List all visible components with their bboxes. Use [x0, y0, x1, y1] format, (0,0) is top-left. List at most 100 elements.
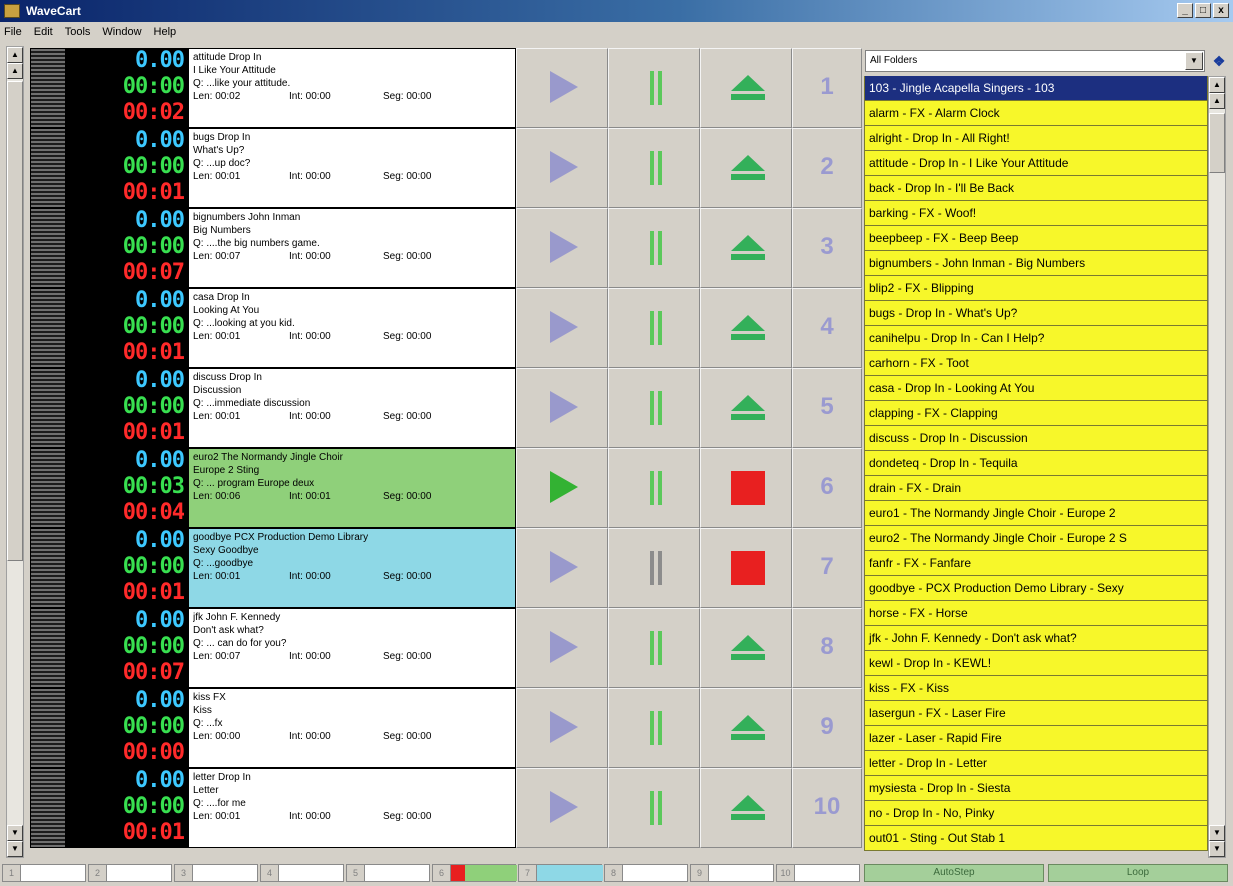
- search-binoculars-icon[interactable]: ❖: [1209, 52, 1229, 70]
- minimize-button[interactable]: _: [1177, 3, 1193, 18]
- cart-slot-indicator[interactable]: 4: [260, 864, 344, 882]
- library-item[interactable]: 103 - Jingle Acapella Singers - 103: [864, 76, 1208, 101]
- library-item[interactable]: bignumbers - John Inman - Big Numbers: [864, 251, 1208, 276]
- scroll-up-icon[interactable]: ▲: [7, 63, 23, 79]
- scroll-top-icon[interactable]: ▲: [1209, 77, 1225, 93]
- autostep-button[interactable]: AutoStep: [864, 864, 1044, 882]
- menu-file[interactable]: File: [4, 26, 22, 38]
- library-item[interactable]: mysiesta - Drop In - Siesta: [864, 776, 1208, 801]
- eject-button[interactable]: [700, 368, 792, 448]
- pause-button[interactable]: [608, 128, 700, 208]
- play-button[interactable]: [516, 688, 608, 768]
- library-item[interactable]: letter - Drop In - Letter: [864, 751, 1208, 776]
- pause-button[interactable]: [608, 208, 700, 288]
- library-item[interactable]: back - Drop In - I'll Be Back: [864, 176, 1208, 201]
- library-item[interactable]: no - Drop In - No, Pinky: [864, 801, 1208, 826]
- library-item[interactable]: beepbeep - FX - Beep Beep: [864, 226, 1208, 251]
- library-item[interactable]: kiss - FX - Kiss: [864, 676, 1208, 701]
- library-scrollbar[interactable]: ▲ ▲ ▼ ▼: [1208, 76, 1226, 858]
- cart-info[interactable]: discuss Drop In Discussion Q: ...immediate…: [188, 368, 516, 448]
- cart-slot-indicator[interactable]: 9: [690, 864, 774, 882]
- library-item[interactable]: alright - Drop In - All Right!: [864, 126, 1208, 151]
- library-item[interactable]: dondeteq - Drop In - Tequila: [864, 451, 1208, 476]
- cart-info[interactable]: letter Drop In Letter Q: ....for me Len: 00…: [188, 768, 516, 848]
- play-button[interactable]: [516, 768, 608, 848]
- cart-number-button[interactable]: 10: [792, 768, 862, 848]
- cart-slot-indicator[interactable]: 3: [174, 864, 258, 882]
- cart-number-button[interactable]: 9: [792, 688, 862, 768]
- eject-button[interactable]: [700, 128, 792, 208]
- library-item[interactable]: horse - FX - Horse: [864, 601, 1208, 626]
- cart-slot-indicator[interactable]: 5: [346, 864, 430, 882]
- cart-slot-indicator[interactable]: 7: [518, 864, 603, 882]
- library-item[interactable]: lazer - Laser - Rapid Fire: [864, 726, 1208, 751]
- menu-window[interactable]: Window: [102, 26, 141, 38]
- pause-button[interactable]: [608, 448, 700, 528]
- pause-button[interactable]: [608, 688, 700, 768]
- cart-slot-indicator[interactable]: 2: [88, 864, 172, 882]
- eject-button[interactable]: [700, 208, 792, 288]
- play-button[interactable]: [516, 528, 608, 608]
- scroll-up-icon[interactable]: ▲: [1209, 93, 1225, 109]
- library-item[interactable]: kewl - Drop In - KEWL!: [864, 651, 1208, 676]
- eject-button[interactable]: [700, 608, 792, 688]
- library-item[interactable]: discuss - Drop In - Discussion: [864, 426, 1208, 451]
- cart-slot-indicator[interactable]: 10: [776, 864, 860, 882]
- play-button[interactable]: [516, 48, 608, 128]
- cart-scrollbar[interactable]: ▲ ▲ ▼ ▼: [6, 46, 24, 858]
- library-item[interactable]: fanfr - FX - Fanfare: [864, 551, 1208, 576]
- library-item[interactable]: euro2 - The Normandy Jingle Choir - Euro…: [864, 526, 1208, 551]
- library-item[interactable]: bugs - Drop In - What's Up?: [864, 301, 1208, 326]
- play-button[interactable]: [516, 288, 608, 368]
- menu-edit[interactable]: Edit: [34, 26, 53, 38]
- cart-info[interactable]: bignumbers John Inman Big Numbers Q: ....t…: [188, 208, 516, 288]
- cart-number-button[interactable]: 6: [792, 448, 862, 528]
- scroll-down-icon[interactable]: ▼: [1209, 825, 1225, 841]
- scroll-bottom-icon[interactable]: ▼: [7, 841, 23, 857]
- pause-button[interactable]: [608, 528, 700, 608]
- pause-button[interactable]: [608, 768, 700, 848]
- eject-button[interactable]: [700, 288, 792, 368]
- cart-number-button[interactable]: 5: [792, 368, 862, 448]
- library-item[interactable]: goodbye - PCX Production Demo Library - …: [864, 576, 1208, 601]
- cart-info[interactable]: attitude Drop In I Like Your Attitude Q: .…: [188, 48, 516, 128]
- scroll-down-icon[interactable]: ▼: [7, 825, 23, 841]
- library-item[interactable]: carhorn - FX - Toot: [864, 351, 1208, 376]
- cart-number-button[interactable]: 8: [792, 608, 862, 688]
- pause-button[interactable]: [608, 288, 700, 368]
- loop-button[interactable]: Loop: [1048, 864, 1228, 882]
- pause-button[interactable]: [608, 48, 700, 128]
- close-button[interactable]: x: [1213, 3, 1229, 18]
- stop-button[interactable]: [700, 448, 792, 528]
- cart-info[interactable]: kiss FX Kiss Q: ...fx Len: 00:00 Int: 00:00 S…: [188, 688, 516, 768]
- cart-slot-indicator[interactable]: 1: [2, 864, 86, 882]
- cart-number-button[interactable]: 2: [792, 128, 862, 208]
- eject-button[interactable]: [700, 688, 792, 768]
- library-item[interactable]: lasergun - FX - Laser Fire: [864, 701, 1208, 726]
- cart-info[interactable]: bugs Drop In What's Up? Q: ...up doc? Len: …: [188, 128, 516, 208]
- eject-button[interactable]: [700, 48, 792, 128]
- library-item[interactable]: clapping - FX - Clapping: [864, 401, 1208, 426]
- menu-tools[interactable]: Tools: [65, 26, 91, 38]
- cart-info[interactable]: casa Drop In Looking At You Q: ...looking …: [188, 288, 516, 368]
- library-item[interactable]: blip2 - FX - Blipping: [864, 276, 1208, 301]
- cart-slot-indicator[interactable]: 8: [604, 864, 688, 882]
- cart-number-button[interactable]: 3: [792, 208, 862, 288]
- maximize-button[interactable]: □: [1195, 3, 1211, 18]
- chevron-down-icon[interactable]: ▼: [1185, 52, 1203, 70]
- play-button[interactable]: [516, 448, 608, 528]
- cart-info[interactable]: goodbye PCX Production Demo Library Sexy …: [188, 528, 516, 608]
- cart-info[interactable]: euro2 The Normandy Jingle Choir Europe 2 …: [188, 448, 516, 528]
- play-button[interactable]: [516, 128, 608, 208]
- cart-number-button[interactable]: 1: [792, 48, 862, 128]
- pause-button[interactable]: [608, 368, 700, 448]
- library-item[interactable]: out01 - Sting - Out Stab 1: [864, 826, 1208, 851]
- folder-select[interactable]: All Folders ▼: [865, 50, 1205, 72]
- library-item[interactable]: jfk - John F. Kennedy - Don't ask what?: [864, 626, 1208, 651]
- eject-button[interactable]: [700, 768, 792, 848]
- stop-button[interactable]: [700, 528, 792, 608]
- menu-help[interactable]: Help: [154, 26, 177, 38]
- scroll-bottom-icon[interactable]: ▼: [1209, 841, 1225, 857]
- library-item[interactable]: canihelpu - Drop In - Can I Help?: [864, 326, 1208, 351]
- cart-number-button[interactable]: 7: [792, 528, 862, 608]
